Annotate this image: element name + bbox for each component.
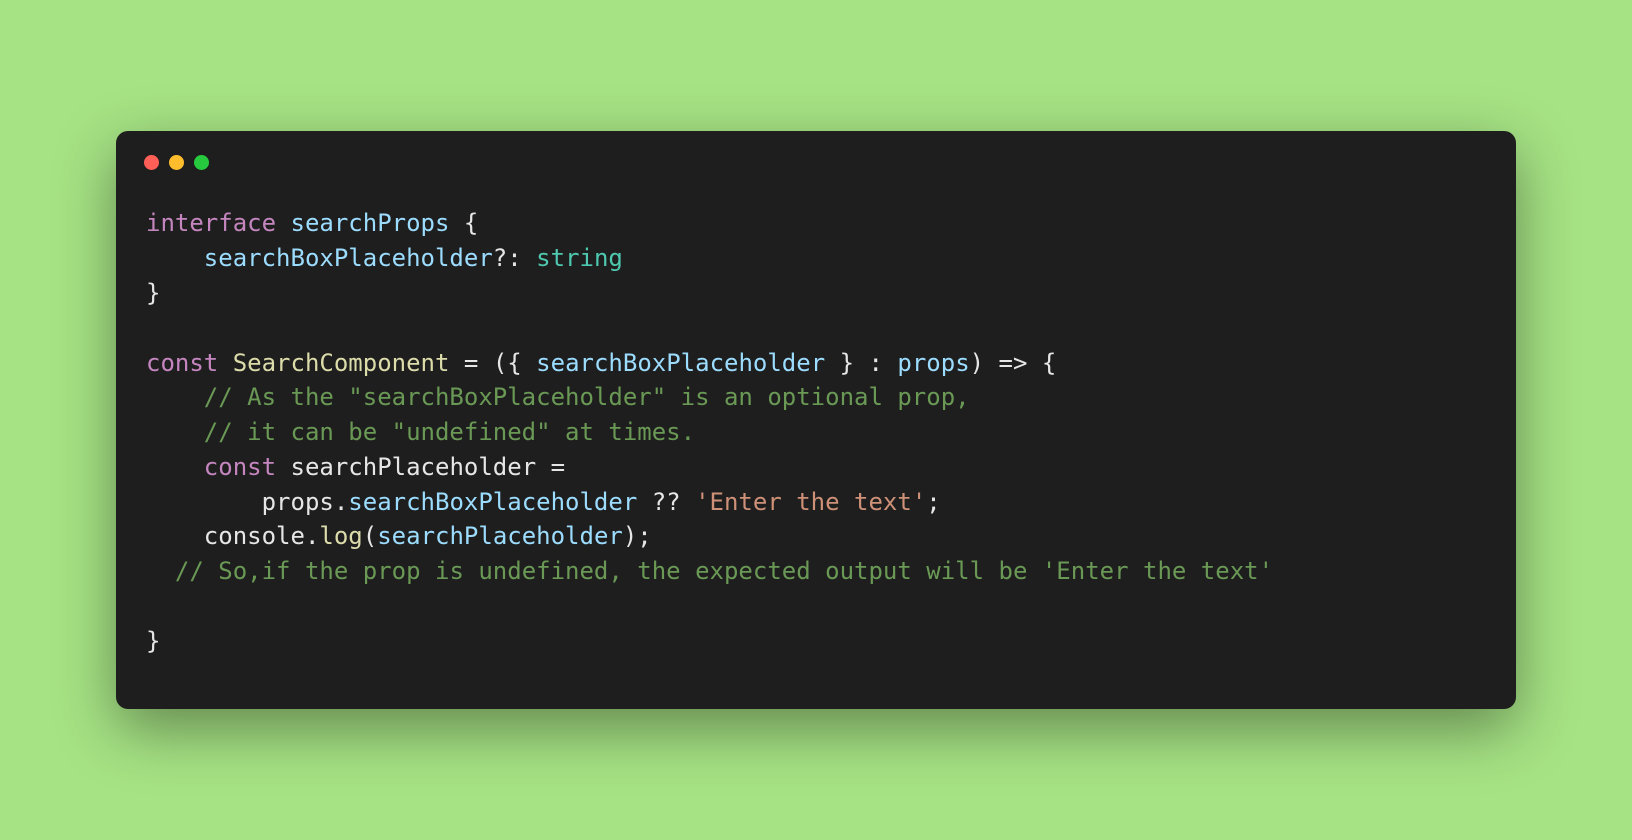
type-annotation: props <box>897 349 969 377</box>
maximize-icon[interactable] <box>194 155 209 170</box>
indent <box>146 244 204 272</box>
property: searchBoxPlaceholder <box>348 488 637 516</box>
nullish-operator: ?? <box>637 488 695 516</box>
comment: // So,if the prop is undefined, the expe… <box>175 557 1273 585</box>
method: log <box>319 522 362 550</box>
indent <box>146 522 204 550</box>
keyword: const <box>204 453 276 481</box>
indent <box>146 418 204 446</box>
equals: = <box>449 349 492 377</box>
indent <box>146 383 204 411</box>
paren: } : <box>825 349 897 377</box>
keyword: const <box>146 349 218 377</box>
type-annotation: string <box>536 244 623 272</box>
keyword: interface <box>146 209 276 237</box>
paren: ( <box>363 522 377 550</box>
argument: searchPlaceholder <box>377 522 623 550</box>
paren: ({ <box>493 349 536 377</box>
param: searchBoxPlaceholder <box>536 349 825 377</box>
code-block: interface searchProps { searchBoxPlaceho… <box>146 206 1486 658</box>
brace: { <box>449 209 478 237</box>
minimize-icon[interactable] <box>169 155 184 170</box>
property: searchBoxPlaceholder <box>204 244 493 272</box>
string-literal: 'Enter the text' <box>695 488 926 516</box>
close-icon[interactable] <box>144 155 159 170</box>
code-body: interface searchProps { searchBoxPlaceho… <box>116 178 1516 708</box>
brace: } <box>146 627 160 655</box>
comment: // it can be "undefined" at times. <box>204 418 695 446</box>
code-window: interface searchProps { searchBoxPlaceho… <box>116 131 1516 708</box>
component-name: SearchComponent <box>233 349 450 377</box>
comment: // As the "searchBoxPlaceholder" is an o… <box>204 383 970 411</box>
paren: ); <box>623 522 652 550</box>
variable: searchPlaceholder <box>291 453 537 481</box>
titlebar <box>116 131 1516 178</box>
optional-marker: ?: <box>493 244 522 272</box>
object: props <box>262 488 334 516</box>
arrow: ) => { <box>970 349 1057 377</box>
interface-name: searchProps <box>291 209 450 237</box>
indent <box>146 453 204 481</box>
indent <box>146 488 262 516</box>
semicolon: ; <box>926 488 940 516</box>
equals: = <box>536 453 565 481</box>
dot: . <box>305 522 319 550</box>
brace: } <box>146 279 160 307</box>
dot: . <box>334 488 348 516</box>
object: console <box>204 522 305 550</box>
indent <box>146 557 175 585</box>
